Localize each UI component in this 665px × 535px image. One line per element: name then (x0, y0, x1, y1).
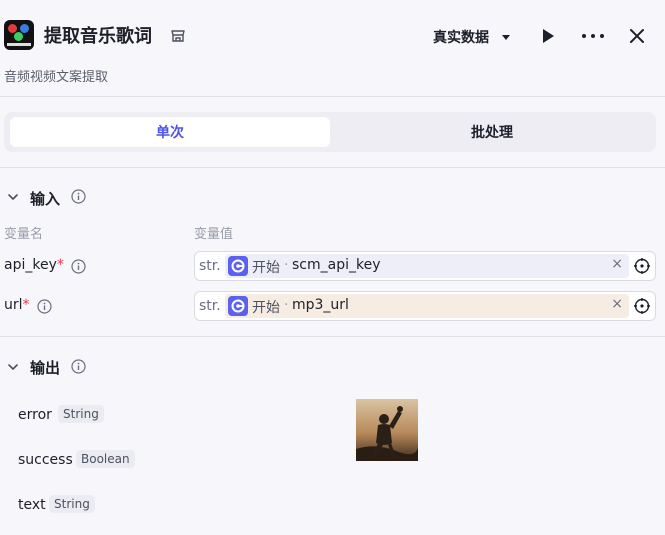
page-subtitle: 音频视频文案提取 (4, 70, 109, 85)
store-icon[interactable] (170, 28, 186, 44)
type-badge: String (58, 405, 104, 423)
output-section-title[interactable]: 输出 (30, 357, 60, 378)
clear-icon[interactable]: × (611, 256, 623, 272)
output-field-error: error (18, 407, 52, 423)
type-prefix: str. (199, 298, 221, 314)
tab-batch[interactable]: 批处理 (334, 117, 650, 147)
column-header-name: 变量名 (4, 227, 44, 242)
header-divider (0, 96, 665, 97)
param-name: api_key (4, 257, 57, 273)
chevron-down-icon[interactable] (500, 31, 512, 43)
output-field-text: text (18, 497, 46, 513)
variable-picker-icon[interactable] (633, 297, 651, 315)
column-header-value: 变量值 (194, 227, 234, 242)
clear-icon[interactable]: × (611, 296, 623, 312)
required-marker: * (56, 257, 64, 273)
play-icon[interactable] (538, 26, 558, 46)
url-value-field[interactable]: str. 开始 · mp3_url × (194, 291, 656, 321)
variable-reference-chip[interactable]: 开始 · mp3_url × (225, 294, 629, 318)
variable-reference-chip[interactable]: 开始 · scm_api_key × (225, 254, 629, 278)
info-icon[interactable] (71, 189, 86, 204)
separator: · (284, 297, 289, 313)
image-thumbnail (356, 399, 418, 461)
info-icon[interactable] (71, 359, 86, 374)
close-icon[interactable] (627, 26, 647, 46)
app-logo-icon (4, 20, 34, 50)
variable-name: scm_api_key (292, 257, 381, 273)
chevron-down-icon[interactable] (6, 360, 20, 374)
required-marker: * (22, 297, 30, 313)
mode-tabs: 单次 批处理 (4, 112, 656, 152)
variable-picker-icon[interactable] (633, 257, 651, 275)
param-name: url (4, 297, 23, 313)
panel-header: 提取音乐歌词 真实数据 音频视频文案提取 (0, 0, 665, 96)
more-icon[interactable] (580, 26, 606, 46)
tab-single[interactable]: 单次 (10, 117, 330, 147)
output-field-success: success (18, 452, 73, 468)
type-badge: String (49, 495, 95, 513)
source-node-name: 开始 (252, 300, 280, 316)
type-badge: Boolean (76, 450, 135, 468)
param-label-url: url* (4, 297, 30, 313)
info-icon[interactable] (71, 259, 86, 274)
api-key-value-field[interactable]: str. 开始 · scm_api_key × (194, 251, 656, 281)
source-node-name: 开始 (252, 260, 280, 276)
page-title: 提取音乐歌词 (44, 26, 152, 47)
section-divider (0, 336, 665, 337)
info-icon[interactable] (37, 299, 52, 314)
start-node-icon (228, 256, 248, 276)
input-section-title[interactable]: 输入 (30, 188, 60, 209)
type-prefix: str. (199, 258, 221, 274)
chevron-down-icon[interactable] (6, 190, 20, 204)
tabs-divider (0, 167, 665, 168)
param-label-api-key: api_key* (4, 257, 64, 273)
variable-name: mp3_url (292, 297, 349, 313)
data-mode-select[interactable]: 真实数据 (433, 27, 489, 47)
start-node-icon (228, 296, 248, 316)
separator: · (284, 257, 289, 273)
